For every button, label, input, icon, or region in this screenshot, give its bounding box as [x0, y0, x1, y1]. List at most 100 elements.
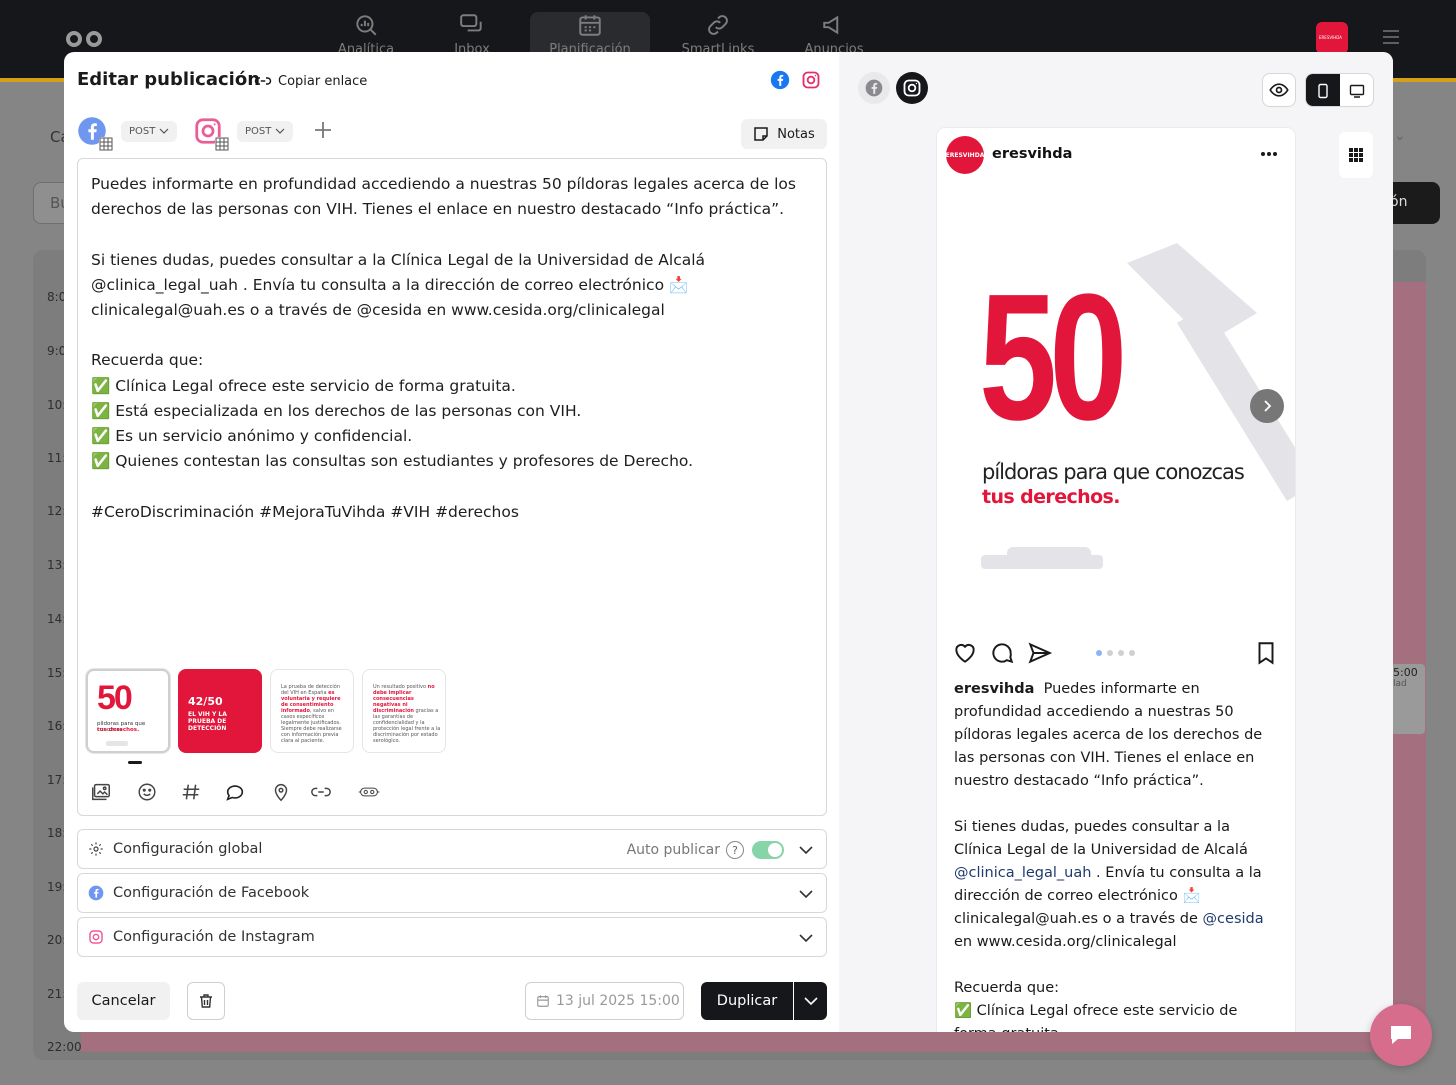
global-settings-section[interactable]: Configuración global Auto publicar ?: [77, 829, 827, 869]
hashtag-button[interactable]: [180, 781, 204, 805]
media-thumbnail-3[interactable]: La prueba de detección del VIH en España…: [270, 669, 354, 753]
chevron-down-icon[interactable]: [798, 886, 814, 902]
calendar-icon: [537, 995, 549, 1007]
preview-visibility-button[interactable]: [1262, 73, 1296, 107]
profile-username: eresvihda: [992, 146, 1073, 162]
carousel-dot: [1096, 650, 1102, 656]
delete-button[interactable]: [187, 982, 225, 1020]
media-thumbnail-4[interactable]: Un resultado positivo no debe implicar c…: [362, 669, 446, 753]
more-options-icon[interactable]: [1259, 148, 1279, 160]
mention-link[interactable]: @cesida: [1203, 911, 1264, 927]
image-headline: píldoras para que conozcas: [982, 460, 1245, 484]
chevron-down-icon[interactable]: [798, 930, 814, 946]
link-icon: [708, 15, 728, 35]
mobile-icon: [1318, 83, 1328, 99]
thumbnail-text: tus derechos.: [97, 727, 140, 733]
chevron-down-icon: [159, 128, 169, 134]
cancel-button[interactable]: Cancelar: [77, 982, 170, 1020]
calendar-icon: [579, 15, 601, 36]
support-chat-button[interactable]: [1370, 1004, 1432, 1066]
account-avatar[interactable]: ERESVIHDA: [1316, 22, 1348, 54]
grid-view-button[interactable]: [1339, 132, 1373, 178]
megaphone-icon: [823, 15, 839, 35]
facebook-network-chip[interactable]: POST: [77, 114, 178, 151]
background-event-card[interactable]: 5:00 lad: [1391, 664, 1425, 734]
link-icon: [311, 787, 331, 797]
device-toggle: [1305, 73, 1374, 107]
image-number: 50: [979, 257, 1127, 458]
post-text-editor[interactable]: Puedes informarte en profundidad accedie…: [77, 158, 827, 816]
location-button[interactable]: [270, 781, 294, 805]
edit-post-modal: Editar publicación Copiar enlace POST PO…: [64, 52, 1393, 1032]
first-comment-button[interactable]: [224, 781, 248, 805]
chevron-down-icon: [275, 128, 285, 134]
add-network-plus-icon[interactable]: [313, 120, 333, 140]
facebook-post-type-select[interactable]: POST: [121, 120, 178, 142]
insert-link-button[interactable]: [310, 781, 334, 805]
heart-icon[interactable]: [952, 640, 978, 666]
preview-caption: eresvihda Puedes informarte en profundid…: [954, 681, 1267, 1032]
hamburger-menu-icon[interactable]: [1382, 30, 1400, 44]
instagram-icon[interactable]: [801, 70, 821, 90]
media-thumbnail-2[interactable]: 42/50 EL VIH Y LA PRUEBA DE DETECCIÓN: [178, 669, 262, 753]
grid-icon: [1349, 148, 1363, 162]
image-gallery-icon: [92, 783, 110, 801]
instagram-network-chip[interactable]: POST: [193, 114, 294, 151]
chevron-down-icon: [803, 997, 818, 1006]
caption-username[interactable]: eresvihda: [954, 681, 1034, 697]
image-headline-accent: tus derechos.: [982, 486, 1120, 508]
post-caption-text[interactable]: Puedes informarte en profundidad accedie…: [91, 172, 811, 525]
eye-icon: [1269, 83, 1289, 97]
instagram-post-type-select[interactable]: POST: [237, 120, 294, 142]
link-icon: [254, 77, 272, 85]
app-logo-icon[interactable]: [64, 30, 104, 48]
help-icon[interactable]: ?: [726, 841, 744, 859]
trash-icon: [200, 994, 212, 1008]
analytics-icon: [356, 15, 377, 36]
facebook-icon[interactable]: [770, 70, 790, 90]
global-settings-label: Configuración global: [113, 841, 263, 857]
carousel-dots: [1096, 650, 1135, 656]
mention-link[interactable]: @clinica_legal_uah: [954, 865, 1091, 881]
instagram-settings-section[interactable]: Configuración de Instagram: [77, 917, 827, 957]
thumbnail-number: 50: [97, 679, 133, 717]
thumbnail-text: Un resultado positivo no debe implicar c…: [373, 684, 441, 744]
notes-button[interactable]: Notas: [741, 119, 827, 149]
editor-toolbar: [90, 781, 410, 807]
auto-publish-toggle[interactable]: [752, 841, 784, 859]
chevron-down-icon[interactable]: [798, 842, 814, 858]
instagram-post-preview: ERESVIHDA eresvihda 50 píldoras para que…: [937, 128, 1295, 1032]
instagram-icon: [89, 930, 103, 944]
facebook-icon: [865, 79, 883, 97]
bookmark-icon[interactable]: [1253, 640, 1279, 666]
duplicate-button[interactable]: Duplicar: [701, 982, 793, 1020]
thumbnail-text: La prueba de detección del VIH en España…: [281, 684, 342, 744]
post-type-label: POST: [129, 125, 156, 137]
carousel-next-button[interactable]: [1250, 389, 1284, 423]
schedule-date-field[interactable]: 13 jul 2025 15:00: [525, 982, 684, 1020]
ai-assistant-button[interactable]: [358, 781, 392, 805]
background-chevron-icon[interactable]: ⌄: [1394, 128, 1406, 144]
preview-instagram-tab[interactable]: [896, 72, 928, 104]
copy-link-button[interactable]: Copiar enlace: [254, 72, 367, 90]
schedule-date-value: 13 jul 2025 15:00: [556, 993, 680, 1009]
duplicate-options-button[interactable]: [794, 982, 827, 1020]
event-time: 5:00: [1393, 666, 1418, 679]
sticky-note-icon: [754, 127, 768, 141]
gavel-base-shape: [981, 555, 1103, 569]
carousel-dot: [1118, 650, 1124, 656]
mobile-view-button[interactable]: [1306, 74, 1340, 106]
desktop-view-button[interactable]: [1340, 74, 1373, 106]
media-thumbnail-1[interactable]: 50 píldoras para que conozcas tus derech…: [86, 669, 170, 753]
instagram-settings-label: Configuración de Instagram: [113, 929, 315, 945]
preview-facebook-tab[interactable]: [858, 72, 890, 104]
gear-icon: [89, 842, 103, 856]
comment-icon[interactable]: [989, 640, 1015, 666]
carousel-dot: [1129, 650, 1135, 656]
facebook-settings-section[interactable]: Configuración de Facebook: [77, 873, 827, 913]
add-media-button[interactable]: [90, 781, 114, 805]
emoji-button[interactable]: [136, 781, 160, 805]
share-icon[interactable]: [1027, 640, 1053, 666]
network-selector-row: POST POST: [77, 114, 827, 151]
carousel-dot: [1107, 650, 1113, 656]
